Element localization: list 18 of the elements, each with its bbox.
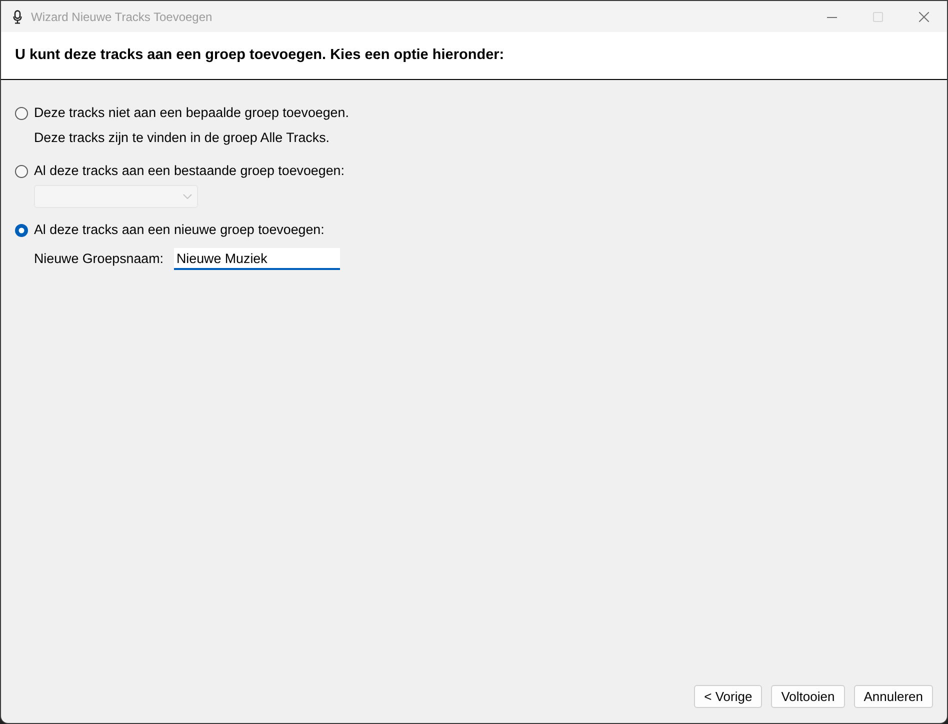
option-label[interactable]: Al deze tracks aan een bestaande groep toevoegen: bbox=[34, 160, 344, 182]
radio-button[interactable] bbox=[15, 224, 28, 236]
maximize-icon bbox=[873, 12, 883, 22]
wizard-button[interactable]: Annuleren bbox=[854, 685, 933, 708]
radio-button[interactable] bbox=[15, 106, 28, 120]
option-note: Deze tracks zijn te vinden in de groep Alle Tracks. bbox=[34, 129, 330, 147]
wizard-button[interactable]: Voltooien bbox=[771, 685, 845, 708]
microphone-icon bbox=[13, 10, 22, 24]
close-icon bbox=[919, 12, 929, 22]
group-name-field[interactable]: Nieuwe Muziek bbox=[174, 248, 340, 270]
window-title: Wizard Nieuwe Tracks Toevoegen bbox=[31, 8, 212, 26]
option-label[interactable]: Al deze tracks aan een nieuwe groep toevoegen: bbox=[34, 220, 324, 240]
wizard-button[interactable]: < Vorige bbox=[694, 685, 762, 708]
chevron-down-icon bbox=[183, 194, 192, 199]
header-text: U kunt deze tracks aan een groep toevoegen. Kies een optie hieronder: bbox=[15, 46, 504, 65]
radio-button[interactable] bbox=[15, 164, 28, 178]
field-label: Nieuwe Groepsnaam: bbox=[34, 250, 164, 268]
option-label[interactable]: Deze tracks niet aan een bepaalde groep toevoegen. bbox=[34, 102, 349, 124]
